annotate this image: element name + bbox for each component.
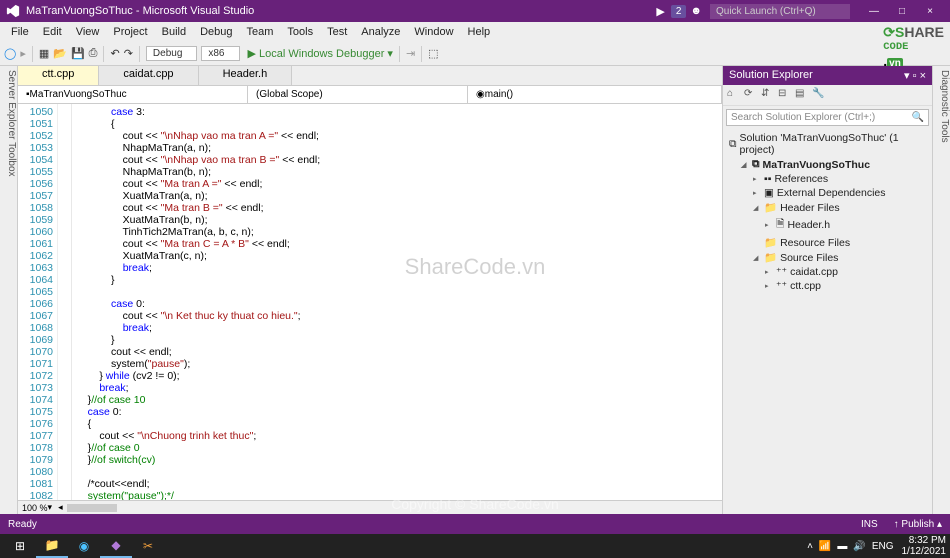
- notification-flag-icon[interactable]: ▶: [656, 5, 664, 18]
- solexp-toolbar: ⌂ ⟳ ⇵ ⊟ ▤ 🔧: [723, 85, 932, 106]
- menu-help[interactable]: Help: [461, 26, 498, 38]
- header-files-node[interactable]: ◢📁 Header Files: [723, 200, 932, 215]
- editor-area: ctt.cppcaidat.cppHeader.h ▪ MaTranVuongS…: [18, 66, 722, 514]
- menubar: FileEditViewProjectBuildDebugTeamToolsTe…: [0, 22, 950, 42]
- close-button[interactable]: ×: [916, 6, 944, 17]
- vs-logo-icon: [6, 4, 20, 18]
- show-all-icon[interactable]: ▤: [795, 88, 809, 102]
- zoom-level[interactable]: 100 %: [22, 503, 48, 513]
- statusbar: Ready INS ↑ Publish ▴: [0, 514, 950, 534]
- wifi-icon[interactable]: 📶: [819, 541, 831, 552]
- tab-Header-h[interactable]: Header.h: [199, 66, 293, 85]
- notification-badge[interactable]: 2: [671, 5, 687, 18]
- volume-icon[interactable]: 🔊: [853, 541, 865, 552]
- solution-explorer: Solution Explorer ▾ ▫ × ⌂ ⟳ ⇵ ⊟ ▤ 🔧 Sear…: [722, 66, 932, 514]
- menu-edit[interactable]: Edit: [36, 26, 69, 38]
- solexp-search[interactable]: Search Solution Explorer (Ctrl+;)🔍: [726, 109, 929, 126]
- right-sidebar-tabs[interactable]: Diagnostic Tools: [932, 66, 950, 514]
- ctt-cpp-node[interactable]: ▸⁺⁺ ctt.cpp: [723, 279, 932, 293]
- edge-icon[interactable]: ◉: [68, 534, 100, 558]
- nav-fwd-icon[interactable]: ▸: [20, 47, 26, 60]
- line-gutter: 1050105110521053105410551056105710581059…: [18, 104, 58, 500]
- menu-team[interactable]: Team: [240, 26, 281, 38]
- chevron-up-icon[interactable]: ˄: [807, 541, 813, 552]
- start-debug-button[interactable]: ▶ Local Windows Debugger ▾: [248, 47, 393, 60]
- caidat-cpp-node[interactable]: ▸⁺⁺ caidat.cpp: [723, 265, 932, 279]
- project-node[interactable]: ◢⧉ MaTranVuongSoThuc: [723, 157, 932, 172]
- external-deps-node[interactable]: ▸▣ External Dependencies: [723, 186, 932, 200]
- breadcrumb-scope[interactable]: ▪ MaTranVuongSoThuc: [18, 86, 248, 103]
- vs-taskbar-icon[interactable]: ◆: [100, 534, 132, 558]
- menu-debug[interactable]: Debug: [193, 26, 239, 38]
- tab-caidat-cpp[interactable]: caidat.cpp: [99, 66, 198, 85]
- solution-tree[interactable]: ⧉ Solution 'MaTranVuongSoThuc' (1 projec…: [723, 129, 932, 295]
- start-button[interactable]: ⊞: [4, 534, 36, 558]
- windows-taskbar: ⊞ 📁 ◉ ◆ ✂ ˄ 📶 ▬ 🔊 ENG 8:32 PM1/12/2021: [0, 534, 950, 558]
- breadcrumb: ▪ MaTranVuongSoThuc (Global Scope) ◉ mai…: [18, 86, 722, 104]
- taskbar-clock[interactable]: 8:32 PM1/12/2021: [902, 535, 947, 557]
- references-node[interactable]: ▸▪▪ References: [723, 172, 932, 186]
- toolbar: ◯ ▸ ▦ 📂 💾 ⎙ ↶ ↷ Debug x86 ▶ Local Window…: [0, 42, 950, 66]
- menu-project[interactable]: Project: [106, 26, 154, 38]
- redo-icon[interactable]: ↷: [124, 47, 133, 60]
- toolbox-icon[interactable]: ⬚: [428, 47, 438, 60]
- refresh-icon[interactable]: ⟳: [744, 88, 758, 102]
- home-icon[interactable]: ⌂: [727, 88, 741, 102]
- sharecode-logo: ⟳SHARECODE.vn: [883, 24, 944, 69]
- left-sidebar-tabs[interactable]: Server Explorer Toolbox: [0, 66, 18, 514]
- new-file-icon[interactable]: ▦: [39, 47, 49, 60]
- outline-margin: [58, 104, 72, 500]
- solexp-title: Solution Explorer: [729, 69, 813, 82]
- lang-indicator[interactable]: ENG: [872, 541, 894, 552]
- code-body[interactable]: case 3: { cout << "\nNhap vao ma tran A …: [72, 104, 722, 500]
- status-publish[interactable]: ↑ Publish ▴: [894, 519, 942, 530]
- breadcrumb-namespace[interactable]: (Global Scope): [248, 86, 468, 103]
- menu-analyze[interactable]: Analyze: [354, 26, 407, 38]
- nav-back-icon[interactable]: ◯: [4, 47, 16, 60]
- open-file-icon[interactable]: 📂: [53, 47, 67, 60]
- minimize-button[interactable]: —: [860, 6, 888, 17]
- menu-tools[interactable]: Tools: [280, 26, 320, 38]
- platform-combo[interactable]: x86: [201, 46, 239, 61]
- menu-file[interactable]: File: [4, 26, 36, 38]
- source-files-node[interactable]: ◢📁 Source Files: [723, 250, 932, 265]
- menu-view[interactable]: View: [69, 26, 107, 38]
- step-icon[interactable]: ⇥: [406, 47, 415, 60]
- menu-test[interactable]: Test: [320, 26, 354, 38]
- snipping-tool-icon[interactable]: ✂: [132, 534, 164, 558]
- system-tray[interactable]: ˄ 📶 ▬ 🔊 ENG: [807, 541, 893, 552]
- tab-ctt-cpp[interactable]: ctt.cpp: [18, 66, 99, 85]
- maximize-button[interactable]: □: [888, 6, 916, 17]
- explorer-icon[interactable]: 📁: [36, 534, 68, 558]
- properties-icon[interactable]: 🔧: [812, 88, 826, 102]
- editor-tabs: ctt.cppcaidat.cppHeader.h: [18, 66, 722, 86]
- status-ins: INS: [861, 519, 878, 530]
- code-editor[interactable]: 1050105110521053105410551056105710581059…: [18, 104, 722, 500]
- config-combo[interactable]: Debug: [146, 46, 197, 61]
- sync-icon[interactable]: ⇵: [761, 88, 775, 102]
- breadcrumb-function[interactable]: ◉ main(): [468, 86, 722, 103]
- status-ready: Ready: [8, 519, 37, 530]
- editor-hscroll[interactable]: 100 % ▾ ◂: [18, 500, 722, 514]
- quick-launch-input[interactable]: Quick Launch (Ctrl+Q): [710, 4, 850, 19]
- window-title: MaTranVuongSoThuc - Microsoft Visual Stu…: [26, 5, 254, 17]
- solution-node[interactable]: ⧉ Solution 'MaTranVuongSoThuc' (1 projec…: [723, 131, 932, 157]
- resource-files-node[interactable]: 📁 Resource Files: [723, 235, 932, 250]
- solexp-window-buttons[interactable]: ▾ ▫ ×: [904, 69, 926, 82]
- titlebar: MaTranVuongSoThuc - Microsoft Visual Stu…: [0, 0, 950, 22]
- feedback-icon[interactable]: ☻: [690, 5, 702, 17]
- battery-icon[interactable]: ▬: [837, 541, 847, 552]
- solexp-header: Solution Explorer ▾ ▫ ×: [723, 66, 932, 85]
- menu-window[interactable]: Window: [407, 26, 460, 38]
- collapse-icon[interactable]: ⊟: [778, 88, 792, 102]
- save-icon[interactable]: 💾: [71, 47, 85, 60]
- undo-icon[interactable]: ↶: [110, 47, 119, 60]
- header-h-node[interactable]: ▸🗎 Header.h: [723, 215, 932, 235]
- save-all-icon[interactable]: ⎙: [89, 47, 98, 60]
- menu-build[interactable]: Build: [155, 26, 193, 38]
